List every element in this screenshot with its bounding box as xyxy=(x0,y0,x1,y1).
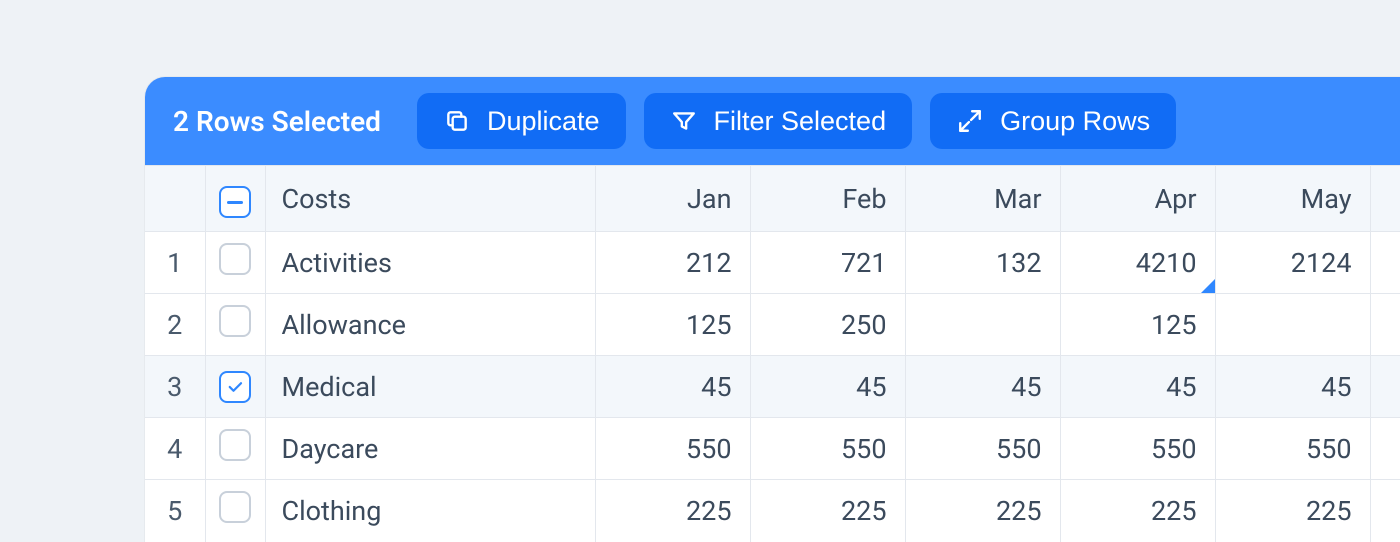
header-name[interactable]: Costs xyxy=(265,166,595,232)
data-cell[interactable]: 125 xyxy=(1060,294,1215,356)
data-cell[interactable]: 45 xyxy=(595,356,750,418)
header-extra xyxy=(1370,166,1400,232)
select-all-checkbox[interactable] xyxy=(219,186,251,218)
data-cell[interactable]: 2124 xyxy=(1215,232,1370,294)
data-cell[interactable]: 550 xyxy=(750,418,905,480)
data-cell[interactable]: 550 xyxy=(1215,418,1370,480)
duplicate-icon xyxy=(443,107,471,135)
row-number[interactable]: 3 xyxy=(145,356,205,418)
group-rows-button[interactable]: Group Rows xyxy=(930,93,1176,149)
duplicate-label: Duplicate xyxy=(487,106,600,137)
data-cell[interactable]: 550 xyxy=(1060,418,1215,480)
data-cell[interactable]: 45 xyxy=(1215,356,1370,418)
duplicate-button[interactable]: Duplicate xyxy=(417,93,626,149)
data-cell[interactable]: 45 xyxy=(905,356,1060,418)
row-name-cell[interactable]: Allowance xyxy=(265,294,595,356)
extra-cell[interactable] xyxy=(1370,232,1400,294)
row-checkbox[interactable] xyxy=(219,429,251,461)
filter-icon xyxy=(670,107,698,135)
row-number[interactable]: 1 xyxy=(145,232,205,294)
spreadsheet-panel: 2 Rows Selected Duplicate Filter Selecte… xyxy=(145,77,1400,542)
row-number[interactable]: 5 xyxy=(145,480,205,542)
selection-count-label: 2 Rows Selected xyxy=(173,105,381,138)
data-cell[interactable]: 721 xyxy=(750,232,905,294)
header-month-1[interactable]: Feb xyxy=(750,166,905,232)
data-cell[interactable]: 550 xyxy=(595,418,750,480)
table-row: 5Clothing225225225225225 xyxy=(145,480,1400,542)
extra-cell[interactable] xyxy=(1370,356,1400,418)
data-table: Costs Jan Feb Mar Apr May 1Activities212… xyxy=(145,165,1400,542)
extra-cell[interactable] xyxy=(1370,294,1400,356)
table-row: 3Medical4545454545 xyxy=(145,356,1400,418)
data-cell[interactable]: 45 xyxy=(1060,356,1215,418)
header-month-3[interactable]: Apr xyxy=(1060,166,1215,232)
table-row: 1 Activities21272113242102124 xyxy=(145,232,1400,294)
header-month-2[interactable]: Mar xyxy=(905,166,1060,232)
table-row: 2Allowance125250125 xyxy=(145,294,1400,356)
data-cell[interactable]: 45 xyxy=(750,356,905,418)
data-cell[interactable]: 4210 xyxy=(1060,232,1215,294)
data-cell[interactable] xyxy=(1215,294,1370,356)
selection-toolbar: 2 Rows Selected Duplicate Filter Selecte… xyxy=(145,77,1400,165)
row-checkbox[interactable] xyxy=(219,491,251,523)
header-row: Costs Jan Feb Mar Apr May xyxy=(145,166,1400,232)
row-checkbox-cell xyxy=(205,294,265,356)
data-cell[interactable]: 225 xyxy=(750,480,905,542)
header-month-4[interactable]: May xyxy=(1215,166,1370,232)
data-cell[interactable]: 225 xyxy=(1215,480,1370,542)
data-cell[interactable] xyxy=(905,294,1060,356)
table-body: 1Activities212721132421021242Allowance12… xyxy=(145,232,1400,542)
row-number[interactable]: 2 xyxy=(145,294,205,356)
header-month-0[interactable]: Jan xyxy=(595,166,750,232)
row-checkbox[interactable] xyxy=(219,305,251,337)
row-name-cell[interactable]: Activities xyxy=(265,232,595,294)
extra-cell[interactable] xyxy=(1370,480,1400,542)
data-cell[interactable]: 250 xyxy=(750,294,905,356)
data-cell[interactable]: 225 xyxy=(905,480,1060,542)
row-checkbox-cell xyxy=(205,232,265,294)
row-name-cell[interactable]: Clothing xyxy=(265,480,595,542)
row-checkbox-cell xyxy=(205,480,265,542)
row-checkbox[interactable] xyxy=(219,243,251,275)
table-row: 4Daycare550550550550550 xyxy=(145,418,1400,480)
row-name-cell[interactable]: Medical xyxy=(265,356,595,418)
data-cell[interactable]: 212 xyxy=(595,232,750,294)
header-blank xyxy=(145,166,205,232)
data-cell[interactable]: 225 xyxy=(1060,480,1215,542)
filter-selected-button[interactable]: Filter Selected xyxy=(644,93,913,149)
extra-cell[interactable] xyxy=(1370,418,1400,480)
check-icon xyxy=(226,378,244,396)
row-number[interactable]: 4 xyxy=(145,418,205,480)
filter-label: Filter Selected xyxy=(714,106,887,137)
data-cell[interactable]: 225 xyxy=(595,480,750,542)
data-cell[interactable]: 132 xyxy=(905,232,1060,294)
header-checkbox-cell xyxy=(205,166,265,232)
collapse-icon xyxy=(956,107,984,135)
row-checkbox-cell xyxy=(205,418,265,480)
data-cell[interactable]: 550 xyxy=(905,418,1060,480)
data-cell[interactable]: 125 xyxy=(595,294,750,356)
row-checkbox-cell xyxy=(205,356,265,418)
row-checkbox[interactable] xyxy=(219,371,251,403)
group-label: Group Rows xyxy=(1000,106,1150,137)
minus-icon xyxy=(227,201,243,204)
row-name-cell[interactable]: Daycare xyxy=(265,418,595,480)
